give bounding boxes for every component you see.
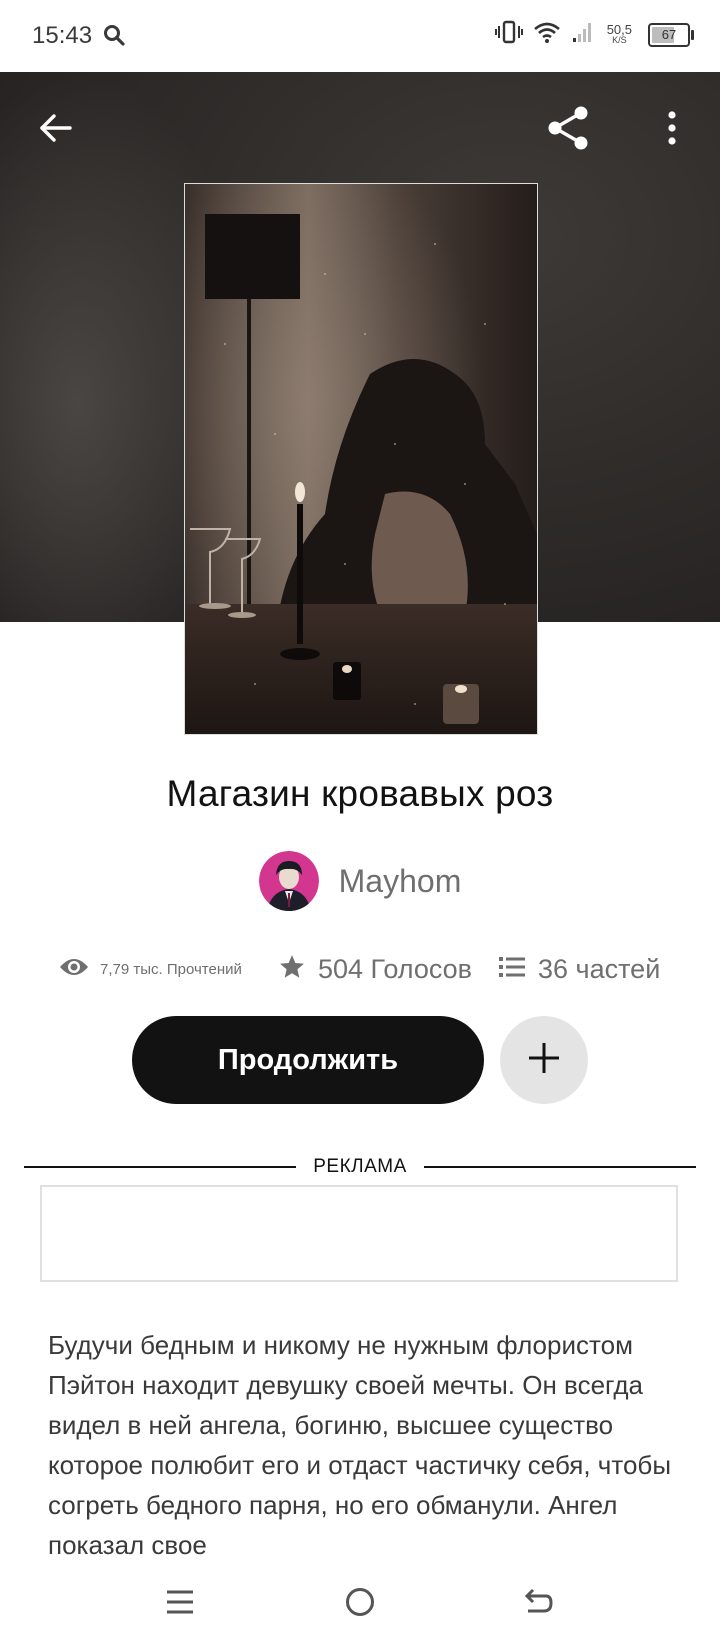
stat-parts: 36 частей bbox=[498, 945, 660, 993]
net-speed: 50,5 K/S bbox=[606, 21, 632, 46]
author-name[interactable]: Mayhom bbox=[339, 863, 462, 900]
story-cover-image[interactable] bbox=[184, 183, 538, 735]
menu-icon bbox=[165, 1589, 195, 1620]
ad-divider: РЕКЛАМА bbox=[24, 1154, 696, 1180]
status-bar: 15:43 50,5 K/S 67 bbox=[0, 0, 720, 72]
home-icon bbox=[344, 1586, 376, 1623]
vibrate-icon bbox=[494, 20, 523, 49]
signal-icon bbox=[571, 20, 595, 49]
back-arrow-icon bbox=[38, 110, 74, 151]
nav-back-button[interactable] bbox=[518, 1584, 558, 1624]
battery-level: 67 bbox=[661, 26, 677, 42]
reads-count: 7,79 тыс. Прочтений bbox=[100, 960, 242, 978]
author-avatar[interactable] bbox=[258, 851, 319, 911]
star-icon bbox=[278, 953, 306, 986]
status-time: 15:43 bbox=[32, 22, 93, 49]
back-icon bbox=[522, 1587, 554, 1622]
story-description: Будучи бедным и никому не нужным флорист… bbox=[48, 1330, 672, 1560]
ad-divider-line-right bbox=[424, 1166, 696, 1168]
more-vertical-icon bbox=[666, 110, 678, 151]
story-stats: 7,79 тыс. Прочтений 504 Голосов 36 часте… bbox=[0, 945, 720, 993]
system-nav-bar bbox=[0, 1566, 720, 1640]
plus-icon bbox=[526, 1040, 562, 1081]
net-speed-unit: K/S bbox=[612, 34, 627, 45]
eye-icon bbox=[58, 955, 90, 984]
stat-reads: 7,79 тыс. Прочтений bbox=[58, 945, 242, 993]
ad-label: РЕКЛАМА bbox=[313, 1156, 407, 1177]
add-to-library-button[interactable] bbox=[500, 1016, 588, 1104]
share-button[interactable] bbox=[540, 102, 596, 158]
net-speed-value: 50,5 bbox=[606, 21, 632, 37]
nav-menu-button[interactable] bbox=[160, 1584, 200, 1624]
share-icon bbox=[543, 103, 593, 158]
ad-banner[interactable] bbox=[40, 1185, 678, 1282]
author-row[interactable]: Mayhom bbox=[0, 851, 720, 911]
more-options-button[interactable] bbox=[644, 102, 700, 158]
battery-icon: 67 bbox=[648, 22, 694, 47]
back-button[interactable] bbox=[28, 102, 84, 158]
parts-count: 36 частей bbox=[538, 953, 661, 984]
continue-reading-button[interactable]: Продолжить bbox=[132, 1016, 484, 1104]
stat-votes: 504 Голосов bbox=[278, 945, 472, 993]
ad-divider-line-left bbox=[24, 1166, 296, 1168]
status-icons: 50,5 K/S 67 bbox=[494, 20, 694, 49]
search-icon bbox=[103, 24, 125, 51]
story-title: Магазин кровавых роз bbox=[166, 773, 554, 814]
list-icon bbox=[498, 955, 526, 984]
nav-home-button[interactable] bbox=[340, 1584, 380, 1624]
votes-count: 504 Голосов bbox=[318, 953, 473, 984]
wifi-icon bbox=[533, 20, 561, 49]
